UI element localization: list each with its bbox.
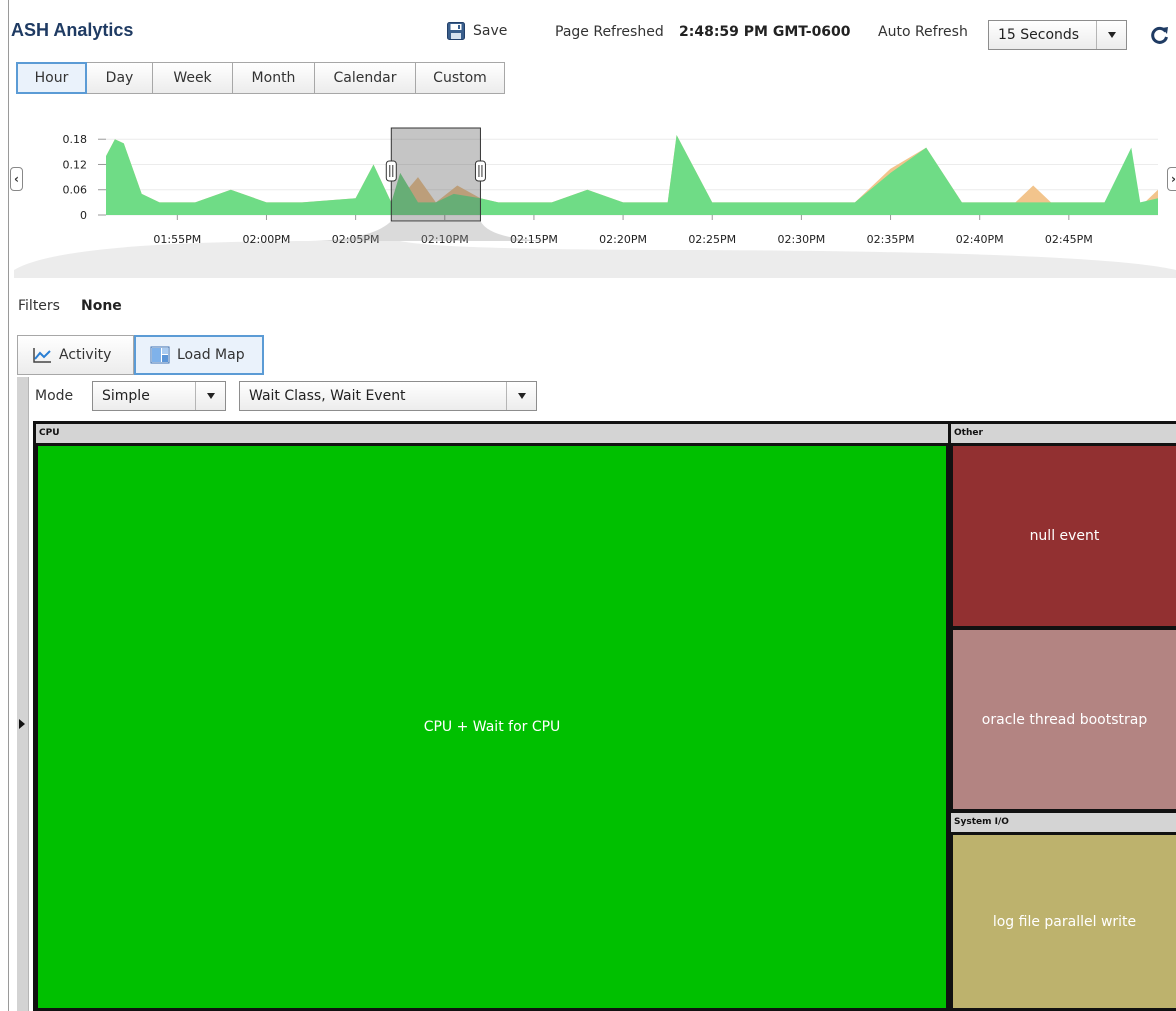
auto-refresh-value: 15 Seconds: [998, 27, 1080, 43]
overview-chart-svg: 0.180.120.06001:55PM02:00PM02:05PM02:10P…: [14, 127, 1176, 278]
x-tick-label: 02:00PM: [243, 233, 291, 246]
filters-label: Filters: [18, 298, 60, 314]
time-range-buttons: Hour Day Week Month Calendar Custom: [16, 62, 505, 94]
selection-handle-left: [385, 160, 397, 182]
custom-button[interactable]: Custom: [416, 62, 505, 94]
scroll-right-button[interactable]: ›: [1167, 167, 1176, 191]
line-chart-icon: [33, 348, 51, 363]
treemap-cell-null-event[interactable]: null event: [953, 446, 1176, 626]
view-tabs: Activity Load Map: [17, 335, 264, 375]
x-tick-label: 02:35PM: [867, 233, 915, 246]
tab-load-map-label: Load Map: [177, 347, 245, 363]
dimension-value: Wait Class, Wait Event: [249, 388, 406, 404]
save-button[interactable]: Save: [447, 22, 507, 40]
group-header-system-io: System I/O: [951, 813, 1176, 832]
week-button[interactable]: Week: [153, 62, 233, 94]
x-tick-label: 01:55PM: [153, 233, 201, 246]
dimension-select[interactable]: Wait Class, Wait Event: [239, 381, 537, 411]
auto-refresh-label: Auto Refresh: [878, 24, 968, 40]
x-tick-label: 02:20PM: [599, 233, 647, 246]
y-tick-label: 0.18: [63, 133, 88, 146]
chevron-down-icon[interactable]: [195, 382, 225, 410]
page-title: ASH Analytics: [11, 20, 134, 40]
group-header-cpu: CPU: [36, 424, 948, 443]
x-tick-label: 02:25PM: [688, 233, 736, 246]
treemap-cell-log-file-parallel-write[interactable]: log file parallel write: [953, 835, 1176, 1008]
chevron-down-icon[interactable]: [506, 382, 536, 410]
tab-activity[interactable]: Activity: [17, 335, 134, 375]
y-tick-label: 0.12: [63, 158, 88, 171]
filters-value: None: [81, 298, 122, 314]
series-area-1: [106, 135, 1158, 215]
y-tick-label: 0: [80, 209, 87, 222]
month-button[interactable]: Month: [233, 62, 315, 94]
scroll-left-button[interactable]: ‹: [10, 167, 23, 191]
save-label: Save: [473, 23, 508, 39]
expand-panel-icon[interactable]: [19, 719, 25, 729]
day-button[interactable]: Day: [87, 62, 153, 94]
y-tick-label: 0.06: [63, 184, 88, 197]
x-tick-label: 02:30PM: [777, 233, 825, 246]
floppy-disk-icon: [447, 22, 465, 40]
treemap-cell-cpu-wait[interactable]: CPU + Wait for CPU: [38, 446, 946, 1008]
page-refreshed-label: Page Refreshed: [555, 24, 664, 40]
tab-activity-label: Activity: [59, 347, 112, 363]
mode-value: Simple: [102, 388, 150, 404]
calendar-button[interactable]: Calendar: [315, 62, 416, 94]
mode-select[interactable]: Simple: [92, 381, 226, 411]
x-tick-label: 02:40PM: [956, 233, 1004, 246]
side-panel-toggle-strip[interactable]: [17, 377, 29, 1011]
time-selection-window: [390, 127, 481, 222]
load-map-treemap: CPU CPU + Wait for CPU Other null event …: [33, 421, 1176, 1011]
selection-handle-right: [474, 160, 486, 182]
mode-label: Mode: [35, 388, 74, 404]
page-refreshed-time: 2:48:59 PM GMT-0600: [679, 24, 851, 40]
treemap-cell-oracle-thread-bootstrap[interactable]: oracle thread bootstrap: [953, 630, 1176, 809]
hour-button[interactable]: Hour: [16, 62, 87, 94]
timeline-lens: [14, 241, 1176, 278]
chevron-down-icon[interactable]: [1096, 21, 1126, 49]
activity-overview-chart: 0.180.120.06001:55PM02:00PM02:05PM02:10P…: [0, 110, 1176, 290]
x-tick-label: 02:45PM: [1045, 233, 1093, 246]
treemap-icon: [150, 346, 170, 364]
tab-load-map[interactable]: Load Map: [134, 335, 264, 375]
refresh-icon[interactable]: [1150, 25, 1170, 45]
group-header-other: Other: [951, 424, 1176, 443]
auto-refresh-select[interactable]: 15 Seconds: [988, 20, 1127, 50]
